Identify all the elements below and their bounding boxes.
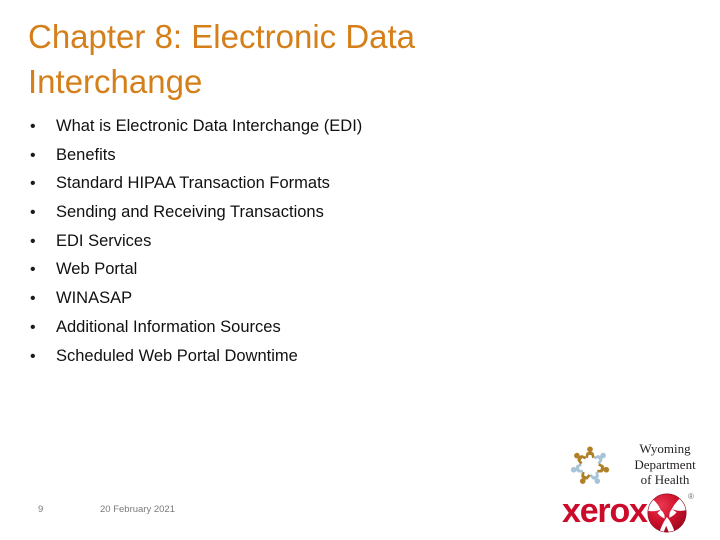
- bullet-point-icon: •: [30, 261, 36, 279]
- slide-number: 9: [38, 504, 44, 515]
- xerox-sphere-icon: [647, 493, 687, 533]
- logo-block: Wyoming Department of Health xerox ®: [560, 440, 716, 536]
- people-circle-icon: [570, 446, 610, 484]
- list-item: • Standard HIPAA Transaction Formats: [22, 169, 582, 198]
- wdh-line-2: Department: [634, 456, 696, 472]
- list-item: • EDI Services: [22, 227, 582, 256]
- bullet-point-icon: •: [30, 175, 36, 193]
- list-item: • Additional Information Sources: [22, 313, 582, 342]
- registered-trademark-icon: ®: [688, 492, 694, 501]
- list-item-label: Additional Information Sources: [56, 317, 281, 336]
- bullet-point-icon: •: [30, 232, 36, 250]
- xerox-logo: xerox ®: [560, 490, 716, 536]
- list-item-label: Benefits: [56, 145, 116, 164]
- wdh-line-1: Wyoming: [639, 441, 691, 456]
- bullet-point-icon: •: [30, 118, 36, 135]
- list-item-label: Sending and Receiving Transactions: [56, 203, 324, 222]
- wyoming-department-of-health-wordmark: Wyoming Department of Health: [616, 441, 714, 488]
- list-item: • WINASAP: [22, 284, 582, 313]
- bullet-list: • What is Electronic Data Interchange (E…: [22, 112, 582, 370]
- list-item-label: Standard HIPAA Transaction Formats: [56, 174, 330, 193]
- wdh-line-3: of Health: [640, 472, 690, 487]
- bullet-point-icon: •: [30, 347, 36, 365]
- bullet-point-icon: •: [30, 146, 36, 164]
- list-item: • What is Electronic Data Interchange (E…: [22, 112, 582, 141]
- list-item-label: WINASAP: [56, 289, 133, 308]
- list-item-label: EDI Services: [56, 231, 152, 250]
- list-item: • Web Portal: [22, 255, 582, 284]
- list-item: • Scheduled Web Portal Downtime: [22, 342, 582, 371]
- list-item-label: What is Electronic Data Interchange (EDI…: [56, 117, 363, 135]
- list-item-label: Scheduled Web Portal Downtime: [56, 346, 298, 365]
- bullet-point-icon: •: [30, 290, 36, 308]
- slide-canvas: Chapter 8: Electronic Data Interchange •…: [0, 0, 720, 540]
- list-item-label: Web Portal: [56, 260, 138, 279]
- bullet-point-icon: •: [30, 318, 36, 336]
- wyoming-department-of-health-logo: Wyoming Department of Health: [560, 440, 716, 490]
- footer-date: 20 February 2021: [100, 504, 175, 515]
- list-item: • Sending and Receiving Transactions: [22, 198, 582, 227]
- xerox-wordmark: xerox: [562, 492, 648, 530]
- bullet-point-icon: •: [30, 204, 36, 222]
- list-item: • Benefits: [22, 141, 582, 170]
- page-title: Chapter 8: Electronic Data Interchange: [28, 18, 425, 100]
